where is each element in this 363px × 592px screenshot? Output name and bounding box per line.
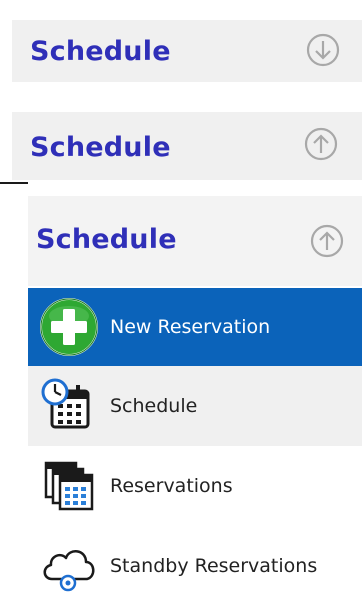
schedule-panel-header-expanded[interactable]: Schedule [12, 112, 362, 180]
arrow-up-circle-icon[interactable] [310, 224, 344, 258]
plus-circle-icon [38, 296, 100, 358]
menu-item-label: Reservations [110, 475, 233, 497]
panel-title: Schedule [36, 224, 177, 255]
menu-item-reservations[interactable]: Reservations [28, 446, 362, 526]
divider [0, 182, 28, 184]
cloud-icon [38, 535, 100, 592]
menu-item-standby-reservations[interactable]: Standby Reservations [28, 526, 362, 592]
menu-item-label: Standby Reservations [110, 555, 318, 577]
arrow-up-circle-icon[interactable] [304, 127, 338, 161]
schedule-panel-header-collapsed[interactable]: Schedule [12, 20, 362, 82]
menu-item-new-reservation[interactable]: New Reservation [28, 288, 362, 366]
panel-title: Schedule [30, 132, 171, 163]
schedule-panel-header-expanded-menu[interactable]: Schedule [28, 196, 362, 286]
menu-item-label: Schedule [110, 395, 198, 417]
menu-item-schedule[interactable]: Schedule [28, 366, 362, 446]
schedule-sidebar-page: Schedule Schedule Schedule New Reservati… [0, 0, 363, 592]
panel-title: Schedule [30, 36, 171, 67]
arrow-down-circle-icon[interactable] [306, 33, 340, 67]
calendar-clock-icon [38, 375, 100, 437]
calendar-stack-icon [38, 455, 100, 517]
menu-item-label: New Reservation [110, 316, 271, 338]
schedule-menu: New Reservation Schedule Reservations St… [28, 288, 362, 592]
